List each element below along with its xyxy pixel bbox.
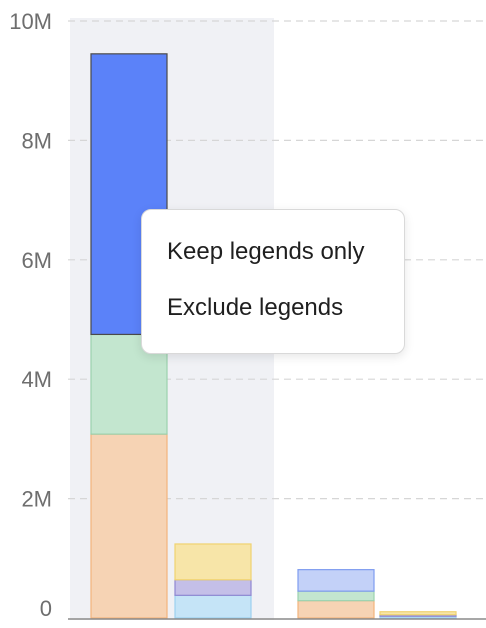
y-tick-label: 10M — [9, 9, 52, 34]
bar-segment[interactable] — [174, 594, 252, 619]
bar-segment[interactable] — [379, 611, 457, 616]
menu-item-keep-legends-only[interactable]: Keep legends only — [142, 224, 404, 280]
bar-segment[interactable] — [174, 579, 252, 596]
y-tick-label: 6M — [21, 248, 52, 273]
y-tick-label: 8M — [21, 128, 52, 153]
legend-context-menu: Keep legends only Exclude legends — [141, 209, 405, 354]
bar-segment[interactable] — [297, 590, 375, 602]
bar-segment[interactable] — [297, 569, 375, 592]
bar-segment[interactable] — [297, 600, 375, 619]
bar-segment[interactable] — [174, 543, 252, 581]
y-tick-label: 2M — [21, 487, 52, 512]
bar-segment[interactable] — [90, 433, 168, 619]
y-tick-label: 0 — [40, 596, 52, 621]
menu-item-exclude-legends[interactable]: Exclude legends — [142, 280, 404, 336]
y-axis-labels: 0 2M 4M 6M 8M 10M — [9, 9, 52, 621]
chart-area: 0 2M 4M 6M 8M 10M Keep legends only Exclude l… — [0, 0, 486, 628]
y-tick-label: 4M — [21, 367, 52, 392]
